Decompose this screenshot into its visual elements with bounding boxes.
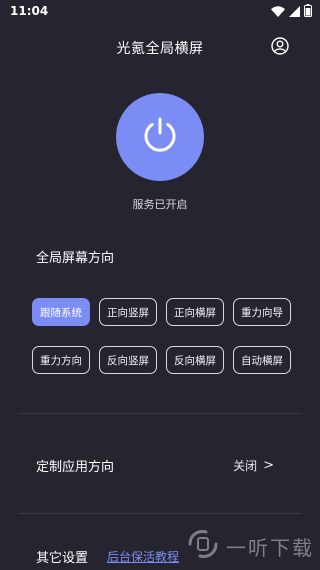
- divider: [18, 413, 302, 414]
- orientation-option-portrait[interactable]: 正向竖屏: [99, 298, 157, 326]
- orientation-option-follow-system[interactable]: 跟随系统: [32, 298, 90, 326]
- custom-app-orientation-status: 关闭: [233, 459, 258, 473]
- battery-icon: [304, 2, 312, 21]
- wifi-icon: [271, 2, 285, 21]
- watermark: 一听下载: [186, 526, 314, 566]
- user-profile-button[interactable]: [270, 37, 290, 59]
- orientation-option-gravity-guide[interactable]: 重力向导: [233, 298, 291, 326]
- orientation-option-reverse-portrait[interactable]: 反向竖屏: [99, 346, 157, 374]
- status-time: 11:04: [10, 4, 49, 18]
- chevron-right-icon: >: [263, 458, 274, 473]
- orientation-options: 跟随系统 正向竖屏 正向横屏 重力向导 重力方向 反向竖屏 反向横屏 自动横屏: [32, 298, 294, 374]
- status-bar: 11:04: [0, 0, 320, 22]
- status-icons: [271, 2, 312, 21]
- orientation-option-gravity-direction[interactable]: 重力方向: [32, 346, 90, 374]
- power-toggle-button[interactable]: [116, 93, 204, 181]
- power-icon: [139, 114, 181, 160]
- watermark-logo-icon: [186, 527, 220, 565]
- app-header: 光氪全局横屏: [0, 32, 320, 64]
- orientation-option-landscape[interactable]: 正向横屏: [166, 298, 224, 326]
- watermark-text: 一听下载: [226, 535, 314, 560]
- service-status-text: 服务已开启: [132, 198, 188, 211]
- power-toggle-wrap: [116, 93, 204, 181]
- user-profile-icon: [271, 37, 289, 59]
- global-orientation-title: 全局屏幕方向: [36, 251, 115, 266]
- divider: [18, 513, 302, 514]
- custom-app-orientation-row[interactable]: 定制应用方向 关闭 >: [0, 449, 320, 479]
- signal-icon: [289, 2, 300, 21]
- custom-app-orientation-label: 定制应用方向: [36, 460, 115, 475]
- orientation-option-reverse-landscape[interactable]: 反向横屏: [166, 346, 224, 374]
- custom-app-orientation-value: 关闭 >: [233, 457, 274, 474]
- keep-alive-tutorial-link[interactable]: 后台保活教程: [107, 548, 179, 565]
- orientation-option-auto-landscape[interactable]: 自动横屏: [233, 346, 291, 374]
- other-settings-title: 其它设置: [36, 551, 89, 566]
